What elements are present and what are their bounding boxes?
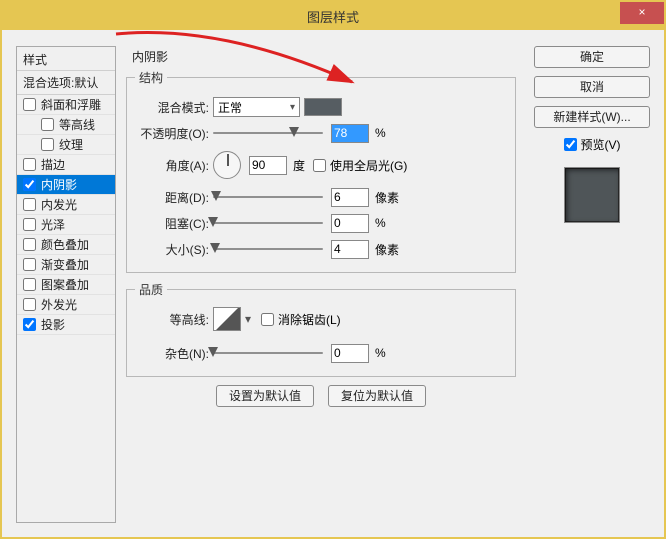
blend-mode-select[interactable]: 正常 ▾ (213, 97, 300, 117)
antialias-checkbox[interactable]: 消除锯齿(L) (261, 311, 341, 328)
blend-mode-value: 正常 (218, 99, 242, 116)
sidebar-checkbox[interactable] (23, 178, 36, 191)
sidebar-item-label: 斜面和浮雕 (41, 96, 101, 113)
window-title: 图层样式 (307, 7, 359, 26)
ok-button[interactable]: 确定 (534, 46, 650, 68)
noise-unit: % (375, 346, 386, 360)
angle-dial[interactable] (213, 151, 241, 179)
noise-label: 杂色(N): (135, 345, 213, 362)
sidebar-item-斜面和浮雕[interactable]: 斜面和浮雕 (17, 95, 115, 115)
sidebar-item-label: 内发光 (41, 196, 77, 213)
sidebar-item-渐变叠加[interactable]: 渐变叠加 (17, 255, 115, 275)
contour-label: 等高线: (135, 311, 213, 328)
dialog-body: 样式 混合选项:默认 斜面和浮雕等高线纹理描边内阴影内发光光泽颜色叠加渐变叠加图… (2, 32, 664, 537)
right-buttons: 确定 取消 新建样式(W)... 预览(V) (534, 46, 650, 223)
opacity-slider[interactable] (213, 126, 323, 140)
sidebar-checkbox[interactable] (23, 238, 36, 251)
quality-legend: 品质 (135, 281, 167, 298)
angle-label: 角度(A): (135, 157, 213, 174)
sidebar-item-label: 光泽 (41, 216, 65, 233)
size-slider[interactable] (213, 242, 323, 256)
sidebar-checkbox[interactable] (23, 258, 36, 271)
sidebar-item-label: 纹理 (59, 136, 83, 153)
size-input[interactable] (331, 240, 369, 259)
blend-mode-label: 混合模式: (135, 99, 213, 116)
sidebar-item-label: 等高线 (59, 116, 95, 133)
opacity-input[interactable] (331, 124, 369, 143)
distance-input[interactable] (331, 188, 369, 207)
sidebar-checkbox[interactable] (23, 98, 36, 111)
choke-label: 阻塞(C): (135, 215, 213, 232)
sidebar-item-内阴影[interactable]: 内阴影 (17, 175, 115, 195)
reset-default-button[interactable]: 复位为默认值 (328, 385, 426, 407)
sidebar-checkbox[interactable] (41, 138, 54, 151)
choke-input[interactable] (331, 214, 369, 233)
quality-group: 品质 等高线: ▾ 消除锯齿(L) 杂色(N): % (126, 281, 516, 377)
sidebar-item-内发光[interactable]: 内发光 (17, 195, 115, 215)
title-bar: 图层样式 × (2, 2, 664, 30)
sidebar-checkbox[interactable] (41, 118, 54, 131)
noise-input[interactable] (331, 344, 369, 363)
choke-unit: % (375, 216, 386, 230)
close-icon: × (638, 5, 645, 19)
set-default-button[interactable]: 设置为默认值 (216, 385, 314, 407)
sidebar-item-投影[interactable]: 投影 (17, 315, 115, 335)
distance-unit: 像素 (375, 189, 399, 206)
sidebar-checkbox[interactable] (23, 318, 36, 331)
sidebar-item-等高线[interactable]: 等高线 (17, 115, 115, 135)
sidebar-checkbox[interactable] (23, 278, 36, 291)
sidebar-item-label: 颜色叠加 (41, 236, 89, 253)
shadow-color-swatch[interactable] (304, 98, 342, 116)
preview-swatch (564, 167, 620, 223)
sidebar-item-label: 图案叠加 (41, 276, 89, 293)
sidebar-subheader[interactable]: 混合选项:默认 (17, 70, 115, 95)
close-button[interactable]: × (620, 2, 664, 24)
sidebar-item-label: 渐变叠加 (41, 256, 89, 273)
chevron-down-icon[interactable]: ▾ (243, 312, 253, 326)
distance-slider[interactable] (213, 190, 323, 204)
structure-group: 结构 混合模式: 正常 ▾ 不透明度(O): % 角度(A): (126, 69, 516, 273)
sidebar-checkbox[interactable] (23, 158, 36, 171)
style-sidebar: 样式 混合选项:默认 斜面和浮雕等高线纹理描边内阴影内发光光泽颜色叠加渐变叠加图… (16, 46, 116, 523)
sidebar-item-颜色叠加[interactable]: 颜色叠加 (17, 235, 115, 255)
sidebar-item-外发光[interactable]: 外发光 (17, 295, 115, 315)
caret-icon: ▾ (290, 102, 295, 113)
global-light-checkbox[interactable]: 使用全局光(G) (313, 157, 407, 174)
preview-checkbox[interactable]: 预览(V) (534, 136, 650, 153)
sidebar-checkbox[interactable] (23, 218, 36, 231)
opacity-label: 不透明度(O): (135, 125, 213, 142)
sidebar-item-label: 内阴影 (41, 176, 77, 193)
sidebar-item-label: 描边 (41, 156, 65, 173)
noise-slider[interactable] (213, 346, 323, 360)
sidebar-header: 样式 (17, 47, 115, 70)
opacity-unit: % (375, 126, 386, 140)
distance-label: 距离(D): (135, 189, 213, 206)
size-unit: 像素 (375, 241, 399, 258)
structure-legend: 结构 (135, 69, 167, 86)
sidebar-item-光泽[interactable]: 光泽 (17, 215, 115, 235)
main-panel: 内阴影 结构 混合模式: 正常 ▾ 不透明度(O): % (126, 46, 516, 523)
angle-unit: 度 (293, 157, 305, 174)
sidebar-item-纹理[interactable]: 纹理 (17, 135, 115, 155)
sidebar-item-描边[interactable]: 描边 (17, 155, 115, 175)
sidebar-item-图案叠加[interactable]: 图案叠加 (17, 275, 115, 295)
layer-style-dialog: 图层样式 × 样式 混合选项:默认 斜面和浮雕等高线纹理描边内阴影内发光光泽颜色… (0, 0, 666, 539)
sidebar-item-label: 外发光 (41, 296, 77, 313)
angle-input[interactable] (249, 156, 287, 175)
contour-picker[interactable] (213, 307, 241, 331)
panel-title: 内阴影 (126, 46, 516, 69)
sidebar-checkbox[interactable] (23, 298, 36, 311)
choke-slider[interactable] (213, 216, 323, 230)
new-style-button[interactable]: 新建样式(W)... (534, 106, 650, 128)
sidebar-item-label: 投影 (41, 316, 65, 333)
size-label: 大小(S): (135, 241, 213, 258)
cancel-button[interactable]: 取消 (534, 76, 650, 98)
sidebar-checkbox[interactable] (23, 198, 36, 211)
